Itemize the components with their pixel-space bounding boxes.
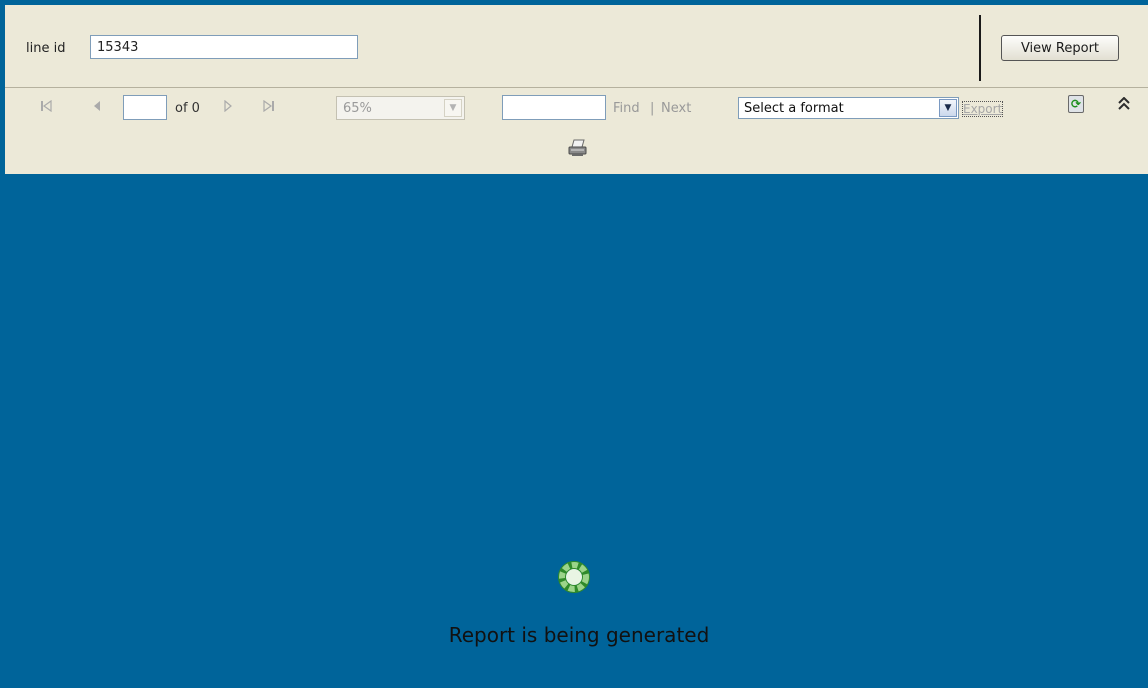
chevron-down-icon: ▼ — [444, 99, 462, 117]
print-icon[interactable] — [567, 138, 589, 158]
format-value: Select a format — [744, 101, 844, 116]
find-input[interactable] — [502, 95, 606, 120]
find-link[interactable]: Find — [613, 101, 640, 116]
view-report-button[interactable]: View Report — [1001, 35, 1119, 61]
zoom-select[interactable]: 65% ▼ — [336, 96, 465, 120]
line-id-input[interactable] — [90, 35, 358, 59]
parameter-divider — [979, 15, 981, 81]
next-page-icon[interactable] — [223, 99, 233, 114]
report-loading-text: Report is being generated — [448, 623, 710, 647]
page-count-label: of 0 — [175, 101, 200, 116]
last-page-icon[interactable] — [263, 99, 275, 114]
chevron-down-icon: ▼ — [939, 99, 957, 117]
export-format-select[interactable]: Select a format ▼ — [738, 97, 959, 119]
line-id-label: line id — [26, 41, 66, 56]
zoom-value: 65% — [343, 101, 372, 116]
parameter-area: line id View Report — [5, 5, 1148, 88]
collapse-toolbar-icon[interactable] — [1118, 96, 1130, 114]
previous-page-icon[interactable] — [92, 100, 102, 114]
report-toolbar: of 0 65% ▼ Find | Next Select a format ▼… — [5, 88, 1148, 174]
export-link[interactable]: Export — [961, 101, 1004, 117]
loading-spinner-icon — [556, 559, 592, 595]
first-page-icon[interactable] — [40, 99, 52, 114]
find-separator: | — [650, 101, 655, 116]
page-number-input[interactable] — [123, 95, 167, 120]
find-next-link[interactable]: Next — [661, 101, 691, 116]
refresh-icon[interactable]: ⟳ — [1068, 95, 1084, 113]
